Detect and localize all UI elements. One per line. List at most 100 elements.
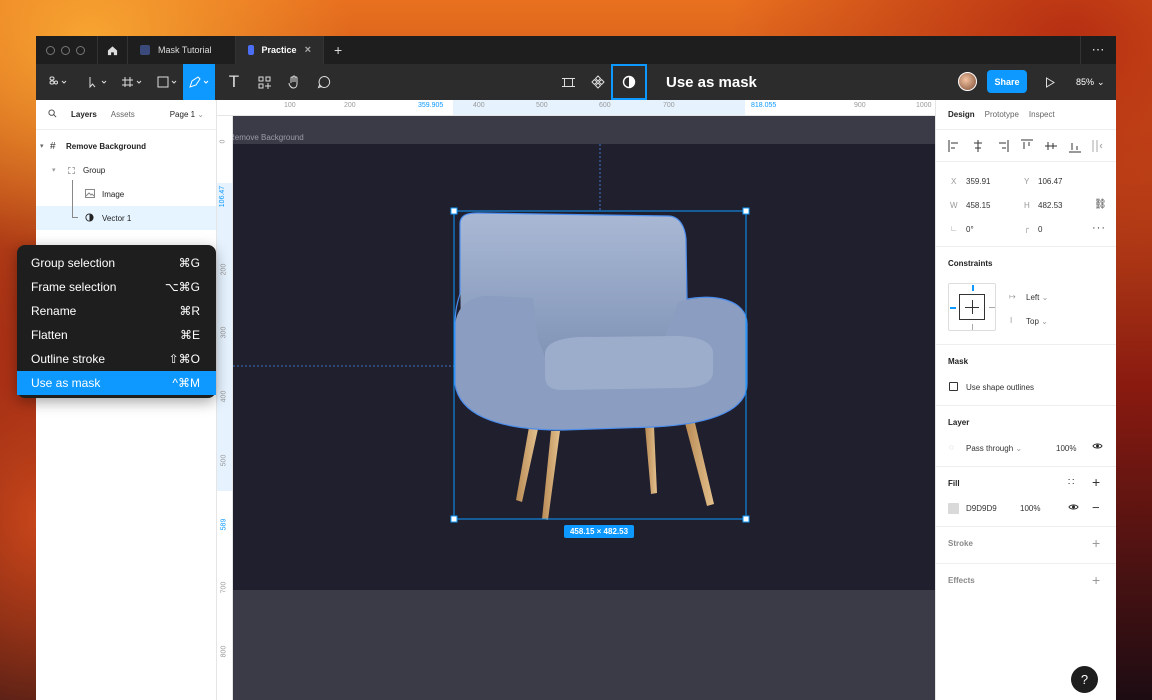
avatar[interactable] bbox=[958, 72, 977, 91]
ruler-tick: 300 bbox=[220, 326, 228, 339]
blend-mode-select[interactable]: Pass through ⌄ bbox=[966, 444, 1022, 453]
position-section: X 359.91 Y 106.47 W 458.15 H 482.53 ⛓ ∟ … bbox=[936, 162, 1116, 247]
rotation-input[interactable]: 0° bbox=[966, 225, 974, 234]
help-button[interactable]: ? bbox=[1071, 666, 1098, 693]
tab-assets[interactable]: Assets bbox=[111, 110, 135, 119]
frame-remove-background[interactable]: 458.15 × 482.53 bbox=[233, 144, 935, 590]
present-icon[interactable] bbox=[1041, 64, 1059, 100]
eye-icon[interactable] bbox=[1092, 442, 1103, 452]
menu-item-frame-selection[interactable]: Frame selection ⌥⌘G bbox=[17, 275, 216, 299]
effects-section: Effects + bbox=[936, 564, 1116, 600]
ruler-tick: 589 bbox=[220, 518, 228, 531]
chevron-down-icon: ⌄ bbox=[1041, 317, 1048, 326]
hand-tool-icon[interactable] bbox=[283, 64, 305, 100]
height-input[interactable]: 482.53 bbox=[1038, 201, 1062, 210]
add-tab-button[interactable]: + bbox=[324, 36, 352, 64]
image-icon bbox=[85, 188, 95, 200]
tab-inspect[interactable]: Inspect bbox=[1029, 110, 1055, 119]
close-icon[interactable]: × bbox=[305, 44, 311, 56]
main-menu-icon[interactable] bbox=[44, 64, 72, 100]
layer-row[interactable]: ▾ Group bbox=[36, 158, 216, 182]
menu-item-use-as-mask[interactable]: Use as mask ^⌘M bbox=[17, 371, 216, 395]
layer-label: Vector 1 bbox=[102, 213, 132, 223]
shortcut-label: ^⌘M bbox=[172, 376, 200, 390]
y-label: Y bbox=[1024, 177, 1030, 186]
menu-item-rename[interactable]: Rename ⌘R bbox=[17, 299, 216, 323]
constrain-proportions-icon[interactable]: ⛓ bbox=[1094, 199, 1107, 210]
menu-item-outline-stroke[interactable]: Outline stroke ⇧⌘O bbox=[17, 347, 216, 371]
tab-prototype[interactable]: Prototype bbox=[985, 110, 1019, 119]
crop-icon[interactable] bbox=[557, 64, 579, 100]
file-icon bbox=[248, 45, 254, 55]
file-icon bbox=[140, 45, 150, 55]
more-icon[interactable]: ⋯ bbox=[1080, 36, 1116, 64]
w-label: W bbox=[950, 201, 958, 210]
menu-item-group-selection[interactable]: Group selection ⌘G bbox=[17, 251, 216, 275]
top-ruler: 100 200 359.905 400 500 600 700 818.055 … bbox=[217, 100, 935, 116]
eye-icon[interactable] bbox=[1068, 503, 1079, 513]
add-effect-icon[interactable]: + bbox=[1092, 572, 1100, 588]
add-fill-icon[interactable]: + bbox=[1092, 474, 1100, 490]
tab-layers[interactable]: Layers bbox=[71, 110, 97, 119]
vertical-constraint-select[interactable]: Top ⌄ bbox=[1026, 317, 1048, 326]
ruler-tick: 0 bbox=[219, 139, 227, 144]
frame-tool-icon[interactable] bbox=[118, 64, 146, 100]
shortcut-label: ⌘E bbox=[179, 328, 200, 342]
shape-tool-icon[interactable] bbox=[154, 64, 182, 100]
ruler-tick: 200 bbox=[220, 263, 228, 276]
ruler-tick: 106.47 bbox=[219, 185, 227, 208]
use-as-mask-icon[interactable] bbox=[611, 64, 647, 100]
align-section bbox=[936, 130, 1116, 162]
resources-icon[interactable] bbox=[253, 64, 275, 100]
pen-tool-icon[interactable] bbox=[183, 64, 215, 100]
constraints-widget[interactable] bbox=[948, 283, 996, 331]
layer-label: Image bbox=[102, 189, 125, 199]
y-input[interactable]: 106.47 bbox=[1038, 177, 1062, 186]
canvas[interactable]: Remove Background 458.15 × 482.53 bbox=[217, 116, 935, 700]
home-icon[interactable] bbox=[98, 36, 128, 64]
text-tool-icon[interactable]: T bbox=[223, 64, 245, 100]
tab-design[interactable]: Design bbox=[948, 110, 975, 119]
menu-item-flatten[interactable]: Flatten ⌘E bbox=[17, 323, 216, 347]
ruler-tick: 600 bbox=[599, 102, 611, 109]
layer-row[interactable]: ▾ # Remove Background bbox=[36, 134, 216, 158]
tab-mask-tutorial[interactable]: Mask Tutorial bbox=[128, 36, 236, 64]
layers-panel: Layers Assets Page 1 ⌄ ▾ # Remove Backgr… bbox=[36, 100, 217, 700]
fill-section: Fill ∷ + D9D9D9 100% − bbox=[936, 467, 1116, 527]
styles-icon[interactable]: ∷ bbox=[1068, 477, 1074, 488]
zoom-dropdown[interactable]: 85% ⌄ bbox=[1076, 64, 1105, 100]
ruler-tick: 359.905 bbox=[418, 102, 444, 109]
layer-title: Layer bbox=[948, 418, 970, 427]
group-icon bbox=[68, 166, 75, 174]
comment-tool-icon[interactable] bbox=[313, 64, 335, 100]
fill-swatch[interactable] bbox=[948, 503, 959, 514]
align-icons[interactable] bbox=[948, 139, 1116, 153]
layer-row[interactable]: Vector 1 bbox=[36, 206, 216, 230]
shape-outlines-label: Use shape outlines bbox=[966, 383, 1035, 392]
layer-row[interactable]: Image bbox=[36, 180, 216, 208]
tab-practice[interactable]: Practice × bbox=[236, 36, 324, 64]
horizontal-constraint-select[interactable]: Left ⌄ bbox=[1026, 293, 1048, 302]
shape-outlines-checkbox[interactable] bbox=[949, 382, 958, 391]
x-input[interactable]: 359.91 bbox=[966, 177, 990, 186]
fill-opacity-input[interactable]: 100% bbox=[1020, 504, 1040, 513]
effects-title: Effects bbox=[948, 576, 975, 585]
add-stroke-icon[interactable]: + bbox=[1092, 535, 1100, 551]
more-options-icon[interactable]: ··· bbox=[1092, 222, 1106, 234]
window-controls[interactable] bbox=[36, 36, 98, 64]
chevron-down-icon: ⌄ bbox=[1015, 444, 1023, 453]
component-icon[interactable] bbox=[587, 64, 609, 100]
context-menu: Group selection ⌘G Frame selection ⌥⌘G Ren… bbox=[17, 245, 216, 398]
ruler-tick: 700 bbox=[220, 581, 228, 594]
rotation-icon: ∟ bbox=[950, 224, 958, 233]
page-selector[interactable]: Page 1 ⌄ bbox=[170, 110, 204, 119]
fill-hex-input[interactable]: D9D9D9 bbox=[966, 504, 997, 513]
width-input[interactable]: 458.15 bbox=[966, 201, 990, 210]
layer-opacity-input[interactable]: 100% bbox=[1056, 444, 1076, 453]
corner-radius-input[interactable]: 0 bbox=[1038, 225, 1042, 234]
remove-fill-icon[interactable]: − bbox=[1092, 500, 1100, 515]
share-button[interactable]: Share bbox=[987, 70, 1027, 93]
ruler-tick: 1000 bbox=[916, 102, 932, 109]
move-tool-icon[interactable] bbox=[82, 64, 112, 100]
search-icon[interactable] bbox=[48, 109, 57, 120]
